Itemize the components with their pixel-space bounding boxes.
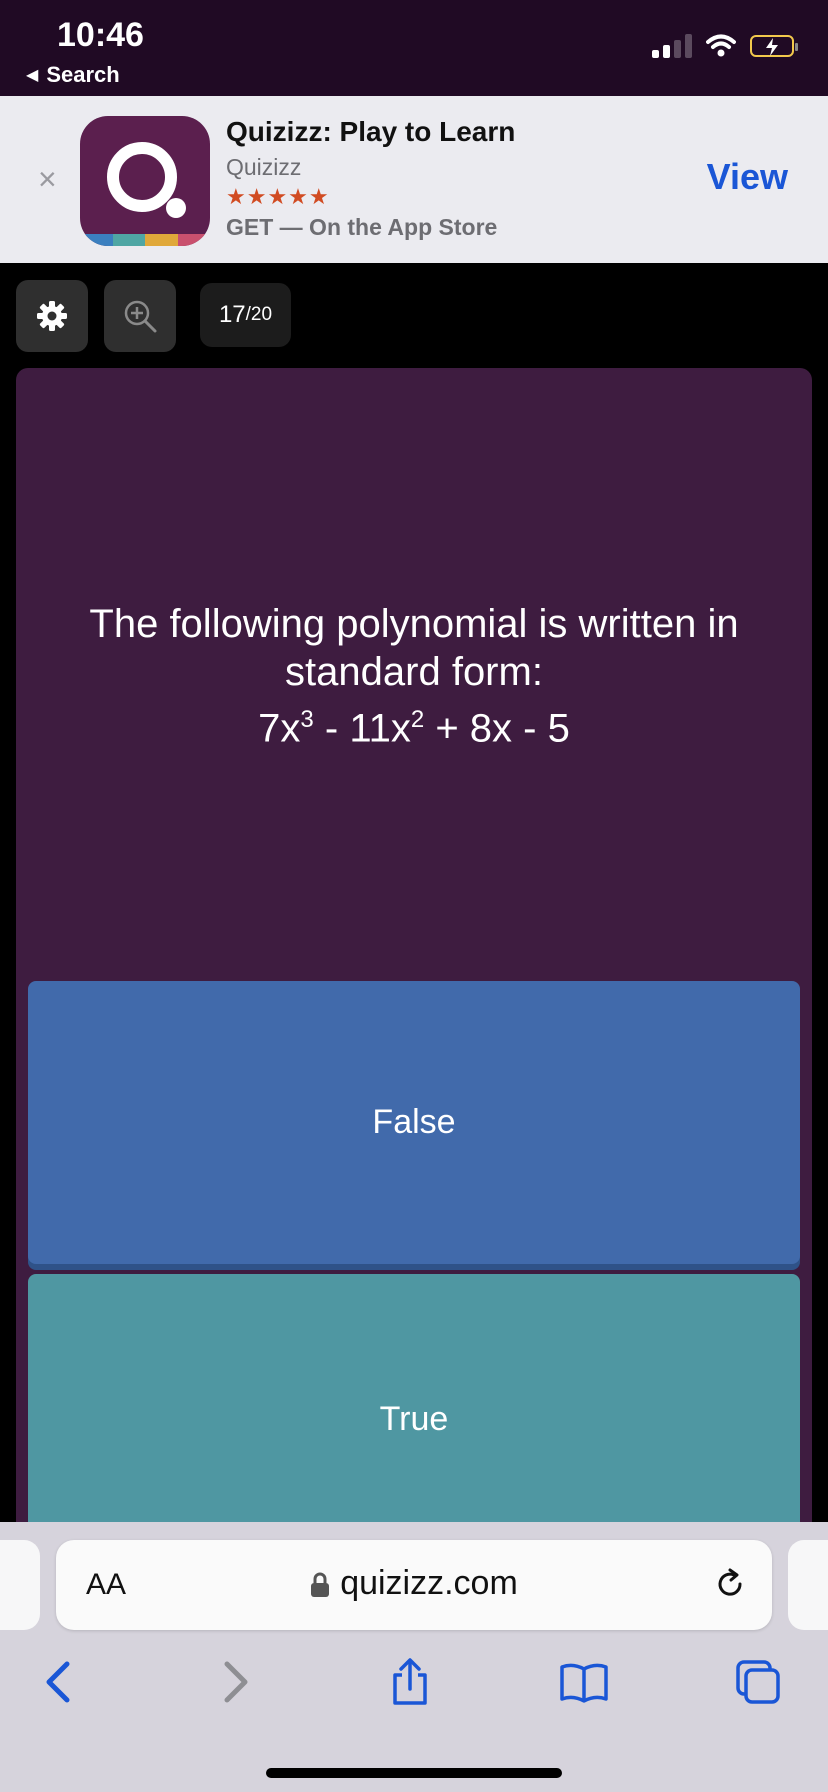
- answer-option-false[interactable]: False: [28, 981, 800, 1264]
- url-text: quizizz.com: [340, 1564, 518, 1602]
- tabs-icon: [736, 1660, 780, 1704]
- zoom-in-button[interactable]: [104, 280, 176, 352]
- share-icon: [393, 1658, 427, 1705]
- previous-tab-preview[interactable]: [0, 1540, 40, 1630]
- app-name: Quizizz: Play to Learn: [226, 116, 516, 147]
- app-store-subtitle: GET — On the App Store: [226, 214, 498, 240]
- counter-current: 17: [218, 301, 246, 328]
- lock-icon: [311, 1572, 330, 1598]
- rating-stars: ★★★★★: [226, 184, 330, 209]
- chevron-right-icon: [224, 1661, 248, 1703]
- quizizz-app-icon: [80, 116, 210, 246]
- bookmarks-button[interactable]: [554, 1652, 614, 1712]
- view-app-button[interactable]: View: [707, 156, 788, 198]
- question-text: The following polynomial is written in s…: [40, 600, 788, 752]
- settings-button[interactable]: [16, 280, 88, 352]
- back-to-search-link[interactable]: ◀ Search: [26, 62, 120, 88]
- address-bar[interactable]: AA quizizz.com: [56, 1540, 772, 1630]
- back-label: Search: [46, 62, 120, 87]
- gear-icon: [37, 301, 67, 331]
- polynomial-expression: 7x3 - 11x2 + 8x - 5: [258, 706, 570, 751]
- question-line-2: standard form:: [285, 650, 543, 694]
- tabs-button[interactable]: [728, 1652, 788, 1712]
- browser-toolbar: AA quizizz.com: [0, 1522, 828, 1792]
- home-indicator: [266, 1768, 562, 1778]
- battery-charging-icon: [750, 35, 798, 57]
- answer-label: True: [379, 1399, 449, 1438]
- signal-icon: [652, 34, 692, 58]
- zoom-in-icon: [124, 300, 157, 333]
- url-display[interactable]: quizizz.com: [56, 1564, 772, 1603]
- app-store-banner: × Quizizz: Play to Learn Quizizz ★★★★★ G…: [0, 96, 828, 263]
- forward-button[interactable]: [206, 1652, 266, 1712]
- close-banner-button[interactable]: ×: [38, 161, 57, 198]
- wifi-icon: [706, 34, 736, 57]
- app-developer: Quizizz: [226, 154, 302, 180]
- book-icon: [560, 1663, 608, 1703]
- status-icons: [652, 34, 798, 58]
- answer-label: False: [372, 1103, 456, 1141]
- status-bar: 10:46 ◀ Search: [0, 0, 828, 96]
- question-counter: 17/20: [200, 283, 291, 347]
- chevron-left-icon: [46, 1661, 70, 1703]
- answer-option-true[interactable]: True: [28, 1274, 800, 1564]
- counter-total: /20: [245, 304, 273, 325]
- status-time: 10:46: [57, 16, 144, 54]
- question-line-1: The following polynomial is written in: [89, 602, 739, 646]
- share-button[interactable]: [380, 1652, 440, 1712]
- back-button[interactable]: [28, 1652, 88, 1712]
- reload-icon[interactable]: [712, 1566, 748, 1602]
- back-triangle-icon: ◀: [26, 67, 39, 84]
- next-tab-preview[interactable]: [788, 1540, 828, 1630]
